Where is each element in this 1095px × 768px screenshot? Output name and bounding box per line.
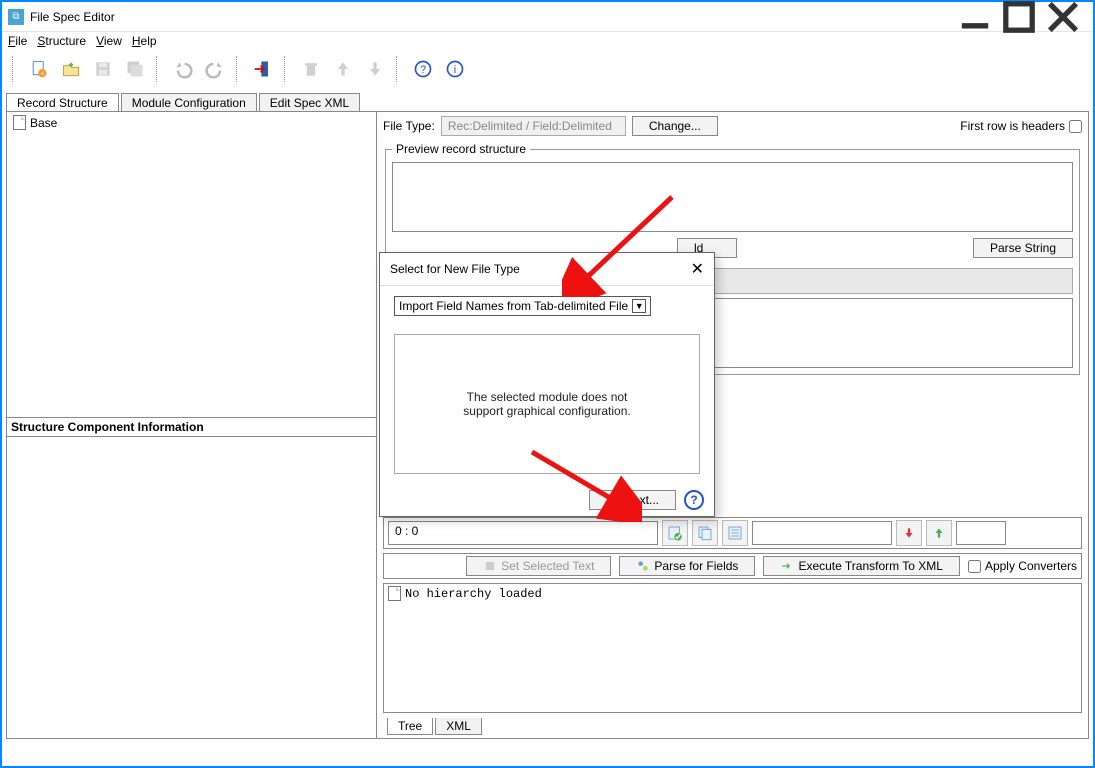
undo-icon[interactable] [168,54,198,84]
dialog-footer: Next... ? [380,484,714,516]
svg-text:?: ? [420,64,426,76]
bottom-tabs: Tree XML [383,717,1082,734]
first-row-headers-checkbox[interactable]: First row is headers [960,119,1082,133]
chevron-down-icon[interactable]: ▼ [632,299,646,313]
set-selected-text-button[interactable]: Set Selected Text [466,556,611,576]
move-up-icon[interactable] [328,54,358,84]
next-button[interactable]: Next... [589,490,676,510]
document-icon [388,586,401,601]
sci-body [7,437,376,738]
delete-icon[interactable] [296,54,326,84]
tab-record-structure[interactable]: Record Structure [6,93,119,112]
tree-root-label: Base [30,116,57,130]
open-file-icon[interactable] [56,54,86,84]
apply-converters-checkbox[interactable]: Apply Converters [968,559,1077,573]
close-button[interactable] [1041,3,1085,31]
parse-string-button[interactable]: Parse String [973,238,1073,258]
lines-icon[interactable] [722,520,748,546]
preview-legend: Preview record structure [392,142,530,156]
hierarchy-text: No hierarchy loaded [405,587,542,601]
dialog-close-button[interactable]: ✕ [691,259,704,279]
document-icon [13,115,26,130]
svg-text:i: i [454,64,456,76]
save-icon[interactable] [88,54,118,84]
module-message-2: support graphical configuration. [463,404,630,418]
new-file-type-dialog: Select for New File Type ✕ Import Field … [379,252,715,517]
filetype-row: File Type: Change... First row is header… [383,116,1082,136]
left-pane: Base Structure Component Information [7,112,377,738]
parse-for-fields-button[interactable]: Parse for Fields [619,556,755,576]
toolbar: + ? i [2,50,1093,88]
position-display: 0 : 0 [388,521,658,545]
structure-tree[interactable]: Base [7,112,376,418]
combo-text: Import Field Names from Tab-delimited Fi… [399,299,628,313]
tab-module-configuration[interactable]: Module Configuration [121,93,257,112]
main-tabs: Record Structure Module Configuration Ed… [2,92,1093,111]
tree-root-item[interactable]: Base [11,114,372,131]
menu-view[interactable]: View [96,34,122,48]
dialog-titlebar: Select for New File Type ✕ [380,253,714,286]
dialog-help-icon[interactable]: ? [684,490,704,510]
arrow-down-red-icon[interactable] [896,520,922,546]
filetype-label: File Type: [383,119,435,133]
tab-xml[interactable]: XML [435,718,482,735]
tab-edit-spec-xml[interactable]: Edit Spec XML [259,93,360,112]
arrow-up-green-icon[interactable] [926,520,952,546]
module-config-box: The selected module does not support gra… [394,334,700,474]
execute-transform-button[interactable]: Execute Transform To XML [763,556,960,576]
filetype-combo[interactable]: Import Field Names from Tab-delimited Fi… [394,296,651,316]
dialog-title-text: Select for New File Type [390,262,520,276]
copy-icon[interactable] [692,520,718,546]
new-file-icon[interactable]: + [24,54,54,84]
sample-input-1[interactable] [752,521,892,545]
redo-icon[interactable] [200,54,230,84]
info-icon[interactable]: i [440,54,470,84]
app-icon: ⧉ [8,9,24,25]
change-button[interactable]: Change... [632,116,718,136]
menu-file[interactable]: File [8,34,27,48]
exit-icon[interactable] [248,54,278,84]
filetype-input [441,116,626,136]
svg-text:+: + [40,71,44,78]
validate-icon[interactable] [662,520,688,546]
move-down-icon[interactable] [360,54,390,84]
help-icon[interactable]: ? [408,54,438,84]
minimize-button[interactable] [953,3,997,31]
bottom-panel: 0 : 0 [383,517,1082,734]
menu-structure[interactable]: Structure [37,34,86,48]
menubar: File Structure View Help [2,32,1093,50]
maximize-button[interactable] [997,3,1041,31]
tab-tree[interactable]: Tree [387,718,433,735]
dialog-body: Import Field Names from Tab-delimited Fi… [380,286,714,484]
sample-input-2[interactable] [956,521,1006,545]
menu-help[interactable]: Help [132,34,157,48]
preview-box [392,162,1073,232]
module-message-1: The selected module does not [463,390,630,404]
save-as-icon[interactable] [120,54,150,84]
hierarchy-display: No hierarchy loaded [383,583,1082,713]
titlebar: ⧉ File Spec Editor [2,2,1093,32]
sample-toolbar: 0 : 0 [383,517,1082,549]
window-title: File Spec Editor [30,10,953,24]
sci-header: Structure Component Information [7,418,376,437]
